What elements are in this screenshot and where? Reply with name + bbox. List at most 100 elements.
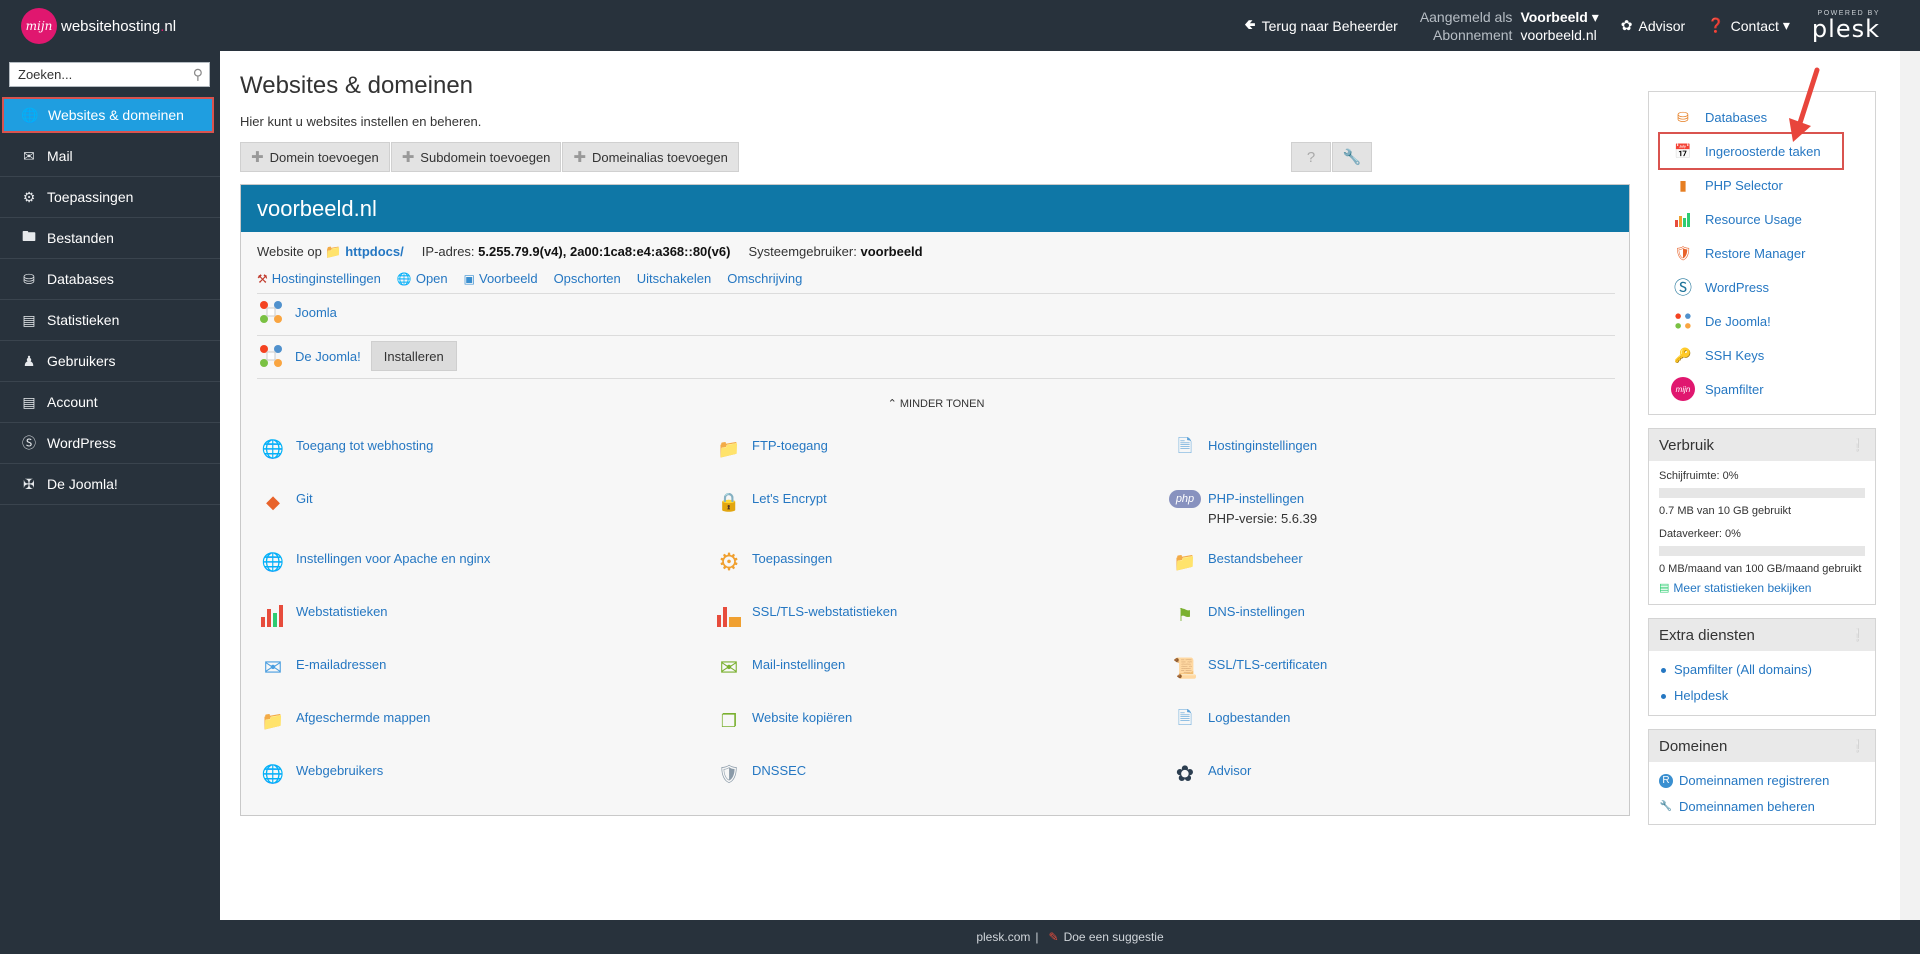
advisor-button[interactable]: ✿ Advisor: [1621, 17, 1685, 34]
help-button[interactable]: ?: [1291, 142, 1331, 172]
grid-item[interactable]: 📜 SSL/TLS-certificaten: [1169, 652, 1328, 684]
grid-item-label[interactable]: Logbestanden: [1208, 710, 1290, 725]
joomla-app-link[interactable]: Joomla: [295, 305, 337, 320]
grid-item-label[interactable]: Git: [296, 491, 313, 506]
quick-link-label[interactable]: SSH Keys: [1705, 348, 1764, 363]
manage-domains-link[interactable]: Domeinnamen beheren: [1679, 794, 1815, 820]
more-stats-link[interactable]: Meer statistieken bekijken: [1673, 581, 1811, 596]
quick-link-label[interactable]: Restore Manager: [1705, 246, 1805, 261]
quick-link-label[interactable]: PHP Selector: [1705, 178, 1783, 193]
quick-link-databases[interactable]: ⛁ Databases: [1671, 100, 1875, 134]
grid-item-label[interactable]: Afgeschermde mappen: [296, 710, 430, 725]
grid-item[interactable]: 🌐 Toegang tot webhosting: [257, 433, 434, 465]
grid-item[interactable]: 📁 Afgeschermde mappen: [257, 705, 431, 737]
grid-item[interactable]: 📁 FTP-toegang: [713, 433, 828, 465]
grid-item-label[interactable]: FTP-toegang: [752, 438, 828, 453]
grid-item-label[interactable]: Hostinginstellingen: [1208, 438, 1317, 453]
tools-button[interactable]: 🔧: [1332, 142, 1372, 172]
grid-item-label[interactable]: Toegang tot webhosting: [296, 438, 433, 453]
sidebar-item-mail[interactable]: ✉ Mail: [0, 136, 220, 177]
grid-item[interactable]: ◆ Git: [257, 486, 313, 518]
grid-item[interactable]: 🌐 Webgebruikers: [257, 758, 383, 790]
sidebar-item-applications[interactable]: ⚙ Toepassingen: [0, 177, 220, 218]
preview-link[interactable]: ▣ Voorbeeld: [464, 271, 538, 286]
grid-item[interactable]: 📁 Bestandsbeheer: [1169, 546, 1303, 578]
show-less-toggle[interactable]: ⌃ MINDER TONEN: [241, 397, 1631, 410]
sidebar-item-websites-domains[interactable]: 🌐 Websites & domeinen: [2, 97, 214, 133]
quick-link-spamfilter[interactable]: mijn Spamfilter: [1671, 372, 1875, 406]
register-domains-link[interactable]: Domeinnamen registreren: [1679, 768, 1829, 794]
quick-link-php-selector[interactable]: ▮ PHP Selector: [1671, 168, 1875, 202]
disable-link[interactable]: Uitschakelen: [637, 271, 711, 286]
sidebar-item-users[interactable]: ♟ Gebruikers: [0, 341, 220, 382]
quick-link-joomla[interactable]: De Joomla!: [1671, 304, 1875, 338]
add-domain-alias-button[interactable]: ✚ Domeinalias toevoegen: [562, 142, 739, 172]
add-subdomain-button[interactable]: ✚ Subdomein toevoegen: [390, 142, 562, 172]
grid-item-label[interactable]: Toepassingen: [752, 551, 832, 566]
brand-logo[interactable]: mijn websitehosting.nl: [21, 8, 176, 44]
grid-item-label[interactable]: Instellingen voor Apache en nginx: [296, 551, 490, 566]
page-scrollbar[interactable]: [1900, 51, 1920, 920]
grid-item[interactable]: php PHP-instellingen PHP-versie: 5.6.39: [1169, 486, 1317, 529]
grid-item-label[interactable]: PHP-instellingen: [1208, 491, 1304, 506]
back-to-admin-link[interactable]: 🢀 Terug naar Beheerder: [1244, 14, 1398, 38]
usage-panel-header[interactable]: Verbruik ❕: [1649, 429, 1875, 461]
grid-item-label[interactable]: Mail-instellingen: [752, 657, 845, 672]
quick-link-label[interactable]: De Joomla!: [1705, 314, 1771, 329]
install-button[interactable]: Installeren: [370, 341, 457, 371]
grid-item[interactable]: ⚑ DNS-instellingen: [1169, 599, 1305, 631]
grid-item-label[interactable]: Bestandsbeheer: [1208, 551, 1303, 566]
grid-item[interactable]: 🛡 DNSSEC: [713, 758, 807, 790]
logged-in-user-menu[interactable]: Voorbeeld ▾: [1520, 9, 1598, 26]
grid-item[interactable]: ✉ E-mailadressen: [257, 652, 387, 684]
grid-item-label[interactable]: Let's Encrypt: [752, 491, 827, 506]
grid-item[interactable]: Webstatistieken: [257, 599, 388, 631]
grid-item-label[interactable]: Advisor: [1208, 763, 1251, 778]
grid-item[interactable]: 🌐 Instellingen voor Apache en nginx: [257, 546, 491, 578]
grid-item[interactable]: 🗎 Hostinginstellingen: [1169, 433, 1317, 465]
suggestion-link[interactable]: Doe een suggestie: [1064, 930, 1164, 944]
grid-item[interactable]: ✿ Advisor: [1169, 758, 1252, 790]
grid-item-label[interactable]: E-mailadressen: [296, 657, 386, 672]
plesk-link[interactable]: plesk.com: [976, 930, 1030, 944]
subscription-value[interactable]: voorbeeld.nl: [1520, 27, 1598, 43]
quick-link-label[interactable]: Spamfilter: [1705, 382, 1764, 397]
extra-services-header[interactable]: Extra diensten ❕: [1649, 619, 1875, 651]
sidebar-item-wordpress[interactable]: Ⓢ WordPress: [0, 423, 220, 464]
grid-item[interactable]: SSL/TLS-webstatistieken: [713, 599, 897, 631]
sidebar-item-files[interactable]: 🖿 Bestanden: [0, 218, 220, 259]
domains-header[interactable]: Domeinen ❕: [1649, 730, 1875, 762]
domain-name[interactable]: voorbeeld.nl: [257, 196, 377, 222]
sidebar-item-joomla[interactable]: ✠ De Joomla!: [0, 464, 220, 505]
grid-item[interactable]: ❐ Website kopiëren: [713, 705, 852, 737]
quick-link-ssh-keys[interactable]: 🔑 SSH Keys: [1671, 338, 1875, 372]
grid-item-label[interactable]: Webstatistieken: [296, 604, 388, 619]
open-link[interactable]: 🌐 Open: [397, 271, 448, 286]
quick-link-scheduled-tasks[interactable]: 📅 Ingeroosterde taken: [1658, 132, 1875, 170]
quick-link-label[interactable]: Resource Usage: [1705, 212, 1802, 227]
grid-item-label[interactable]: SSL/TLS-webstatistieken: [752, 604, 897, 619]
grid-item-label[interactable]: DNS-instellingen: [1208, 604, 1305, 619]
grid-item-label[interactable]: DNSSEC: [752, 763, 806, 778]
add-domain-button[interactable]: ✚ Domein toevoegen: [240, 142, 390, 172]
grid-item[interactable]: 🔒 Let's Encrypt: [713, 486, 827, 518]
docroot-link[interactable]: httpdocs/: [345, 244, 404, 259]
quick-link-restore-manager[interactable]: 🛡 Restore Manager: [1671, 236, 1875, 270]
grid-item[interactable]: ✉ Mail-instellingen: [713, 652, 845, 684]
contact-menu[interactable]: ❓ Contact ▾: [1707, 17, 1790, 34]
sidebar-item-databases[interactable]: ⛁ Databases: [0, 259, 220, 300]
sidebar-item-statistics[interactable]: ▤ Statistieken: [0, 300, 220, 341]
sidebar-item-account[interactable]: ▤ Account: [0, 382, 220, 423]
grid-item[interactable]: ⚙ Toepassingen: [713, 546, 832, 578]
quick-link-wordpress[interactable]: Ⓢ WordPress: [1671, 270, 1875, 304]
grid-item-label[interactable]: SSL/TLS-certificaten: [1208, 657, 1327, 672]
extra-service-link[interactable]: Helpdesk: [1674, 683, 1728, 709]
quick-link-label[interactable]: Databases: [1705, 110, 1767, 125]
search-input[interactable]: [10, 63, 180, 86]
grid-item-label[interactable]: Website kopiëren: [752, 710, 852, 725]
description-link[interactable]: Omschrijving: [727, 271, 802, 286]
search-icon[interactable]: ⚲: [193, 66, 203, 83]
hosting-settings-link[interactable]: ⚒ Hostinginstellingen: [257, 271, 381, 286]
suspend-link[interactable]: Opschorten: [554, 271, 621, 286]
quick-link-resource-usage[interactable]: Resource Usage: [1671, 202, 1875, 236]
